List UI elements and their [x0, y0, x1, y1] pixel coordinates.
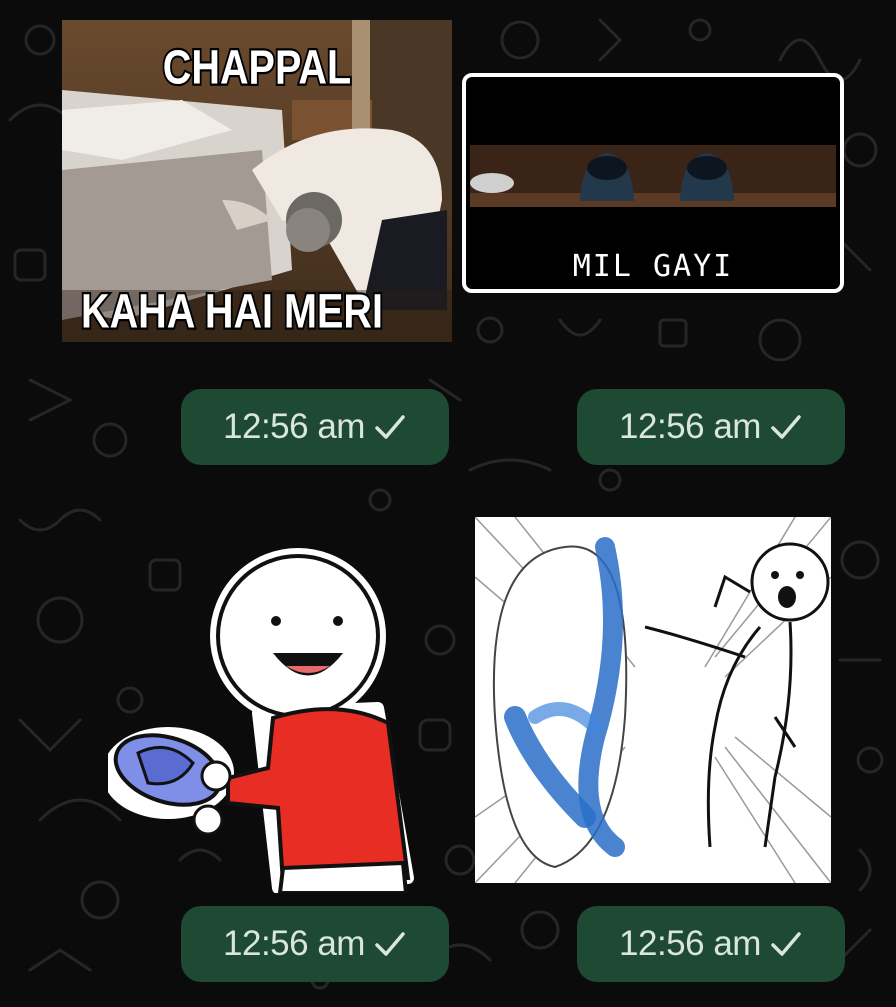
sticker-mil-gayi[interactable]: MIL GAYI: [462, 73, 844, 293]
single-check-icon: [375, 415, 405, 439]
single-check-icon: [771, 415, 801, 439]
message-time: 12:56 am: [619, 407, 761, 446]
message-meta-2: 12:56 am: [577, 389, 845, 465]
sticker-chappal-kaha-hai-meri[interactable]: CHAPPAL KAHA HAI MERI: [62, 20, 452, 342]
meme-bottom-text: KAHA HAI MERI: [81, 285, 383, 339]
message-meta-3: 12:56 am: [181, 906, 449, 982]
meme-top-text: CHAPPAL: [163, 41, 351, 95]
message-time: 12:56 am: [223, 407, 365, 446]
message-meta-4: 12:56 am: [577, 906, 845, 982]
sticker-cartoon-holding-slipper[interactable]: [108, 548, 418, 893]
message-time: 12:56 am: [619, 924, 761, 963]
message-time: 12:56 am: [223, 924, 365, 963]
single-check-icon: [771, 932, 801, 956]
meme-caption: MIL GAYI: [573, 249, 734, 284]
sticker-cartoon-kicking-slipper[interactable]: [475, 517, 831, 883]
single-check-icon: [375, 932, 405, 956]
message-meta-1: 12:56 am: [181, 389, 449, 465]
